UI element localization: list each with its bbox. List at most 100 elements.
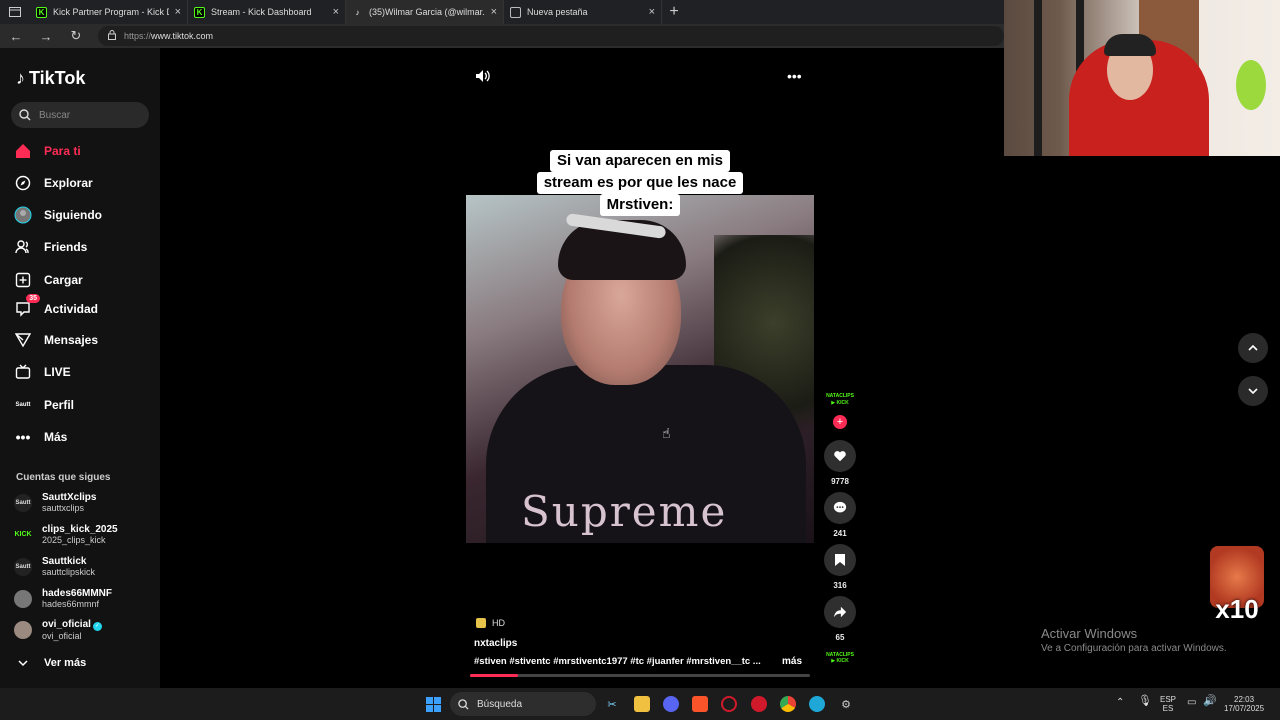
compass-icon [14,174,32,192]
opera-icon[interactable] [751,696,767,712]
chrome-icon[interactable] [780,696,796,712]
clock[interactable]: 22:03 17/07/2025 [1224,695,1264,713]
following-title: Cuentas que sigues [16,472,111,483]
nav-mensajes[interactable]: Mensajes [14,331,98,349]
nav-cargar[interactable]: Cargar [14,271,83,289]
close-tab-icon[interactable]: × [175,6,181,18]
nav-para-ti[interactable]: Para ti [14,142,81,160]
network-icon[interactable]: ▭ [1187,698,1196,708]
avatar [14,589,32,608]
speaker-icon[interactable]: 🔊 [1203,696,1217,707]
nav-live[interactable]: LIVE [14,363,71,381]
microphone-icon[interactable]: 🎙 [1138,696,1152,707]
share-count: 65 [835,633,845,642]
chevron-down-icon [1248,388,1258,395]
language-code: ESP [1160,695,1177,704]
inbox-icon: 35 [14,294,40,318]
quality-badge[interactable]: HD [476,618,505,628]
taskbar-search[interactable]: Búsqueda [450,692,596,716]
tab-actions-icon[interactable] [0,0,30,24]
opera-gx-icon[interactable] [721,696,737,712]
tab-title: (35)Wilmar Garcia (@wilmar.garc [369,7,485,17]
x10-sticker: x10 [1210,546,1264,632]
avatar: Sautt [14,493,32,512]
nav-label: LIVE [44,365,71,379]
nav-siguiendo[interactable]: Siguiendo [14,206,102,224]
capcut-icon[interactable]: ✂ [604,696,620,712]
share-action[interactable]: 65 [824,596,856,642]
nav-perfil[interactable]: Sautt Perfil [14,396,75,414]
brave-icon[interactable] [692,696,708,712]
following-item[interactable]: Sautt SauttXclips sauttxclips [14,492,96,513]
tab-title: Kick Partner Program - Kick Dash [53,7,169,17]
nav-label: Siguiendo [44,208,102,222]
new-tab-button[interactable]: + [662,3,686,21]
back-icon[interactable]: ← [8,29,24,44]
author-name[interactable]: nxtaclips [474,638,517,649]
settings-icon[interactable]: ⚙ [838,696,854,712]
webcam-overlay [1004,0,1280,156]
close-tab-icon[interactable]: × [333,6,339,18]
following-item[interactable]: KICK clips_kick_2025 2025_clips_kick [14,524,117,545]
heart-icon[interactable] [824,440,856,472]
tray-chevron-icon[interactable]: ⌃ [1116,698,1124,708]
video-player[interactable]: Supreme [466,195,814,543]
bookmark-icon[interactable] [824,544,856,576]
following-item[interactable]: ovi_oficial ✓ ovi_oficial [14,619,102,641]
hd-icon [476,618,486,628]
close-tab-icon[interactable]: × [491,6,497,18]
browser-tab-active[interactable]: ♪ (35)Wilmar Garcia (@wilmar.garc × [346,0,504,24]
comment-icon[interactable] [824,492,856,524]
following-handle: hades66mmnf [42,599,100,609]
save-action[interactable]: 316 [824,544,856,590]
url-field[interactable]: https://www.tiktok.com [98,26,1004,46]
video-progress-bar[interactable] [470,674,810,677]
reload-icon[interactable]: ↻ [68,28,84,44]
tiktok-logo[interactable]: ♪ TikTok [16,68,85,89]
webcam-balloons [1236,60,1266,110]
follow-plus-button[interactable]: + [833,415,847,429]
nav-label: Friends [44,240,88,254]
nav-explorar[interactable]: Explorar [14,174,93,192]
nav-mas[interactable]: ••• Más [14,428,68,446]
next-creator-logo: NATACLIPS ▶ KICK [826,652,854,664]
following-item[interactable]: hades66MMNF hades66mmnf [14,588,112,609]
forward-icon[interactable]: → [38,29,54,44]
previous-video-button[interactable] [1238,333,1268,363]
nav-actividad[interactable]: 35 Actividad [14,294,98,318]
edge-icon[interactable] [809,696,825,712]
verified-icon: ✓ [92,622,102,631]
file-explorer-icon[interactable] [634,696,650,712]
address-bar-row: ← → ↻ https://www.tiktok.com [0,24,1004,48]
following-handle: ovi_oficial [42,631,82,641]
comment-action[interactable]: 241 [824,492,856,538]
close-tab-icon[interactable]: × [649,6,655,18]
share-icon[interactable] [824,596,856,628]
like-action[interactable]: 9778 [824,440,856,486]
more-link[interactable]: más [782,656,802,667]
more-options-icon[interactable]: ••• [787,68,802,84]
volume-icon[interactable] [474,68,490,87]
nav-friends[interactable]: Friends [14,238,87,256]
browser-tab[interactable]: K Stream - Kick Dashboard × [188,0,346,24]
see-more-button[interactable]: Ver más [14,654,86,672]
following-name: SauttXclips [42,492,97,503]
caption-line: Si van aparecen en mis [550,150,730,172]
language-indicator[interactable]: ESP ES [1160,695,1176,713]
following-item[interactable]: Sautt Sauttkick sauttclipskick [14,556,95,577]
search-input[interactable]: Buscar [11,102,149,128]
windows-start-icon[interactable] [426,697,441,712]
upload-icon [14,271,32,289]
browser-tab[interactable]: K Kick Partner Program - Kick Dash × [30,0,188,24]
nav-label: Explorar [44,176,93,190]
browser-tab[interactable]: Nueva pestaña × [504,0,662,24]
next-video-button[interactable] [1238,376,1268,406]
video-hashtags[interactable]: #stiven #stiventc #mrstiventc1977 #tc #j… [474,656,774,667]
nav-label: Para ti [44,144,81,158]
clock-time: 22:03 [1234,695,1255,704]
discord-icon[interactable] [663,696,679,712]
tab-title: Nueva pestaña [527,7,588,17]
video-caption: Si van aparecen en mis stream es por que… [466,150,814,216]
avatar-icon [14,206,32,224]
next-creator-avatar[interactable]: NATACLIPS ▶ KICK [826,652,854,664]
